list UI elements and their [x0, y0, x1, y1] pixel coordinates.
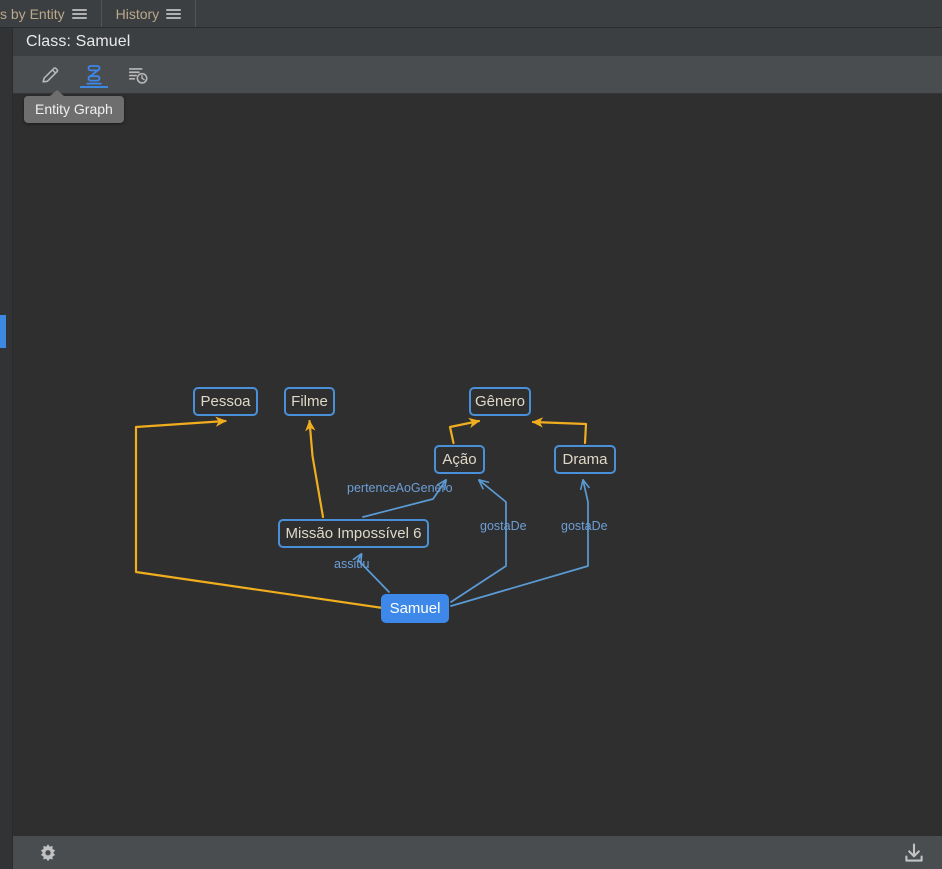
- graph-node-label: Drama: [562, 451, 608, 468]
- pencil-icon: [42, 66, 59, 83]
- edit-pencil-button[interactable]: [35, 60, 65, 90]
- rail-selection-marker[interactable]: [0, 315, 6, 348]
- graph-node-label: Missão Impossível 6: [285, 525, 422, 542]
- page-title: Class: Samuel: [26, 33, 131, 50]
- entity-graph-window: s by Entity History Class: Samuel Entity…: [0, 0, 942, 869]
- graph-node-samuel[interactable]: Samuel: [381, 594, 449, 623]
- graph-node-label: Samuel: [389, 600, 441, 617]
- graph-node-acao[interactable]: Ação: [434, 445, 485, 474]
- left-rail: [0, 28, 13, 869]
- graph-node-label: Gênero: [474, 393, 526, 410]
- graph-node-label: Filme: [291, 393, 328, 410]
- history-button[interactable]: [123, 60, 153, 90]
- graph-node-label: Ação: [442, 451, 477, 468]
- hamburger-menu-icon[interactable]: [71, 8, 87, 19]
- tab-history[interactable]: History: [101, 0, 197, 27]
- edge-missao-filme: [305, 419, 325, 519]
- edge-label-pertenceAoGenero: pertenceAoGenero: [347, 481, 453, 495]
- export-download-button[interactable]: [902, 841, 926, 865]
- history-list-clock-icon: [128, 67, 148, 84]
- hamburger-menu-icon[interactable]: [166, 8, 182, 19]
- graph-node-label: Pessoa: [200, 393, 251, 410]
- tab-label: History: [115, 5, 160, 22]
- graph-node-pessoa[interactable]: Pessoa: [193, 387, 258, 416]
- download-icon: [905, 842, 923, 862]
- edge-samuel-drama: [450, 480, 588, 607]
- settings-button[interactable]: [37, 842, 59, 864]
- tab-entities-by-entity[interactable]: s by Entity: [0, 0, 102, 27]
- entity-graph-button[interactable]: [79, 60, 109, 90]
- entity-graph-tooltip: Entity Graph: [24, 90, 124, 123]
- bottom-bar-left-group: [37, 842, 59, 864]
- tooltip-label: Entity Graph: [35, 101, 113, 117]
- graph-node-genero[interactable]: Gênero: [469, 387, 531, 416]
- bottom-bar-right-group: [902, 841, 926, 865]
- edge-samuel-pessoa: [134, 416, 385, 610]
- edge-label-gostaDe-acao: gostaDe: [480, 519, 527, 533]
- edge-label-assitiu: assitiu: [334, 557, 370, 571]
- edge-label-gostaDe-drama: gostaDe: [561, 519, 608, 533]
- edge-drama-genero: [531, 417, 588, 445]
- gear-icon: [40, 843, 56, 861]
- entity-graph-icon: [86, 64, 102, 84]
- edge-samuel-acao: [450, 480, 507, 603]
- graph-node-drama[interactable]: Drama: [554, 445, 616, 474]
- bottom-status-bar: [13, 836, 942, 869]
- graph-node-filme[interactable]: Filme: [284, 387, 335, 416]
- graph-canvas[interactable]: Pessoa Filme Gênero Ação Drama Missão Impossí…: [13, 94, 942, 836]
- editor-header: Class: Samuel: [13, 28, 942, 56]
- edge-acao-genero: [448, 417, 481, 445]
- view-toolbar: [13, 56, 942, 94]
- tab-label: s by Entity: [0, 5, 65, 22]
- graph-node-missao[interactable]: Missão Impossível 6: [278, 519, 429, 548]
- top-tab-bar: s by Entity History: [0, 0, 942, 28]
- tab-bar-empty-area: [196, 0, 942, 27]
